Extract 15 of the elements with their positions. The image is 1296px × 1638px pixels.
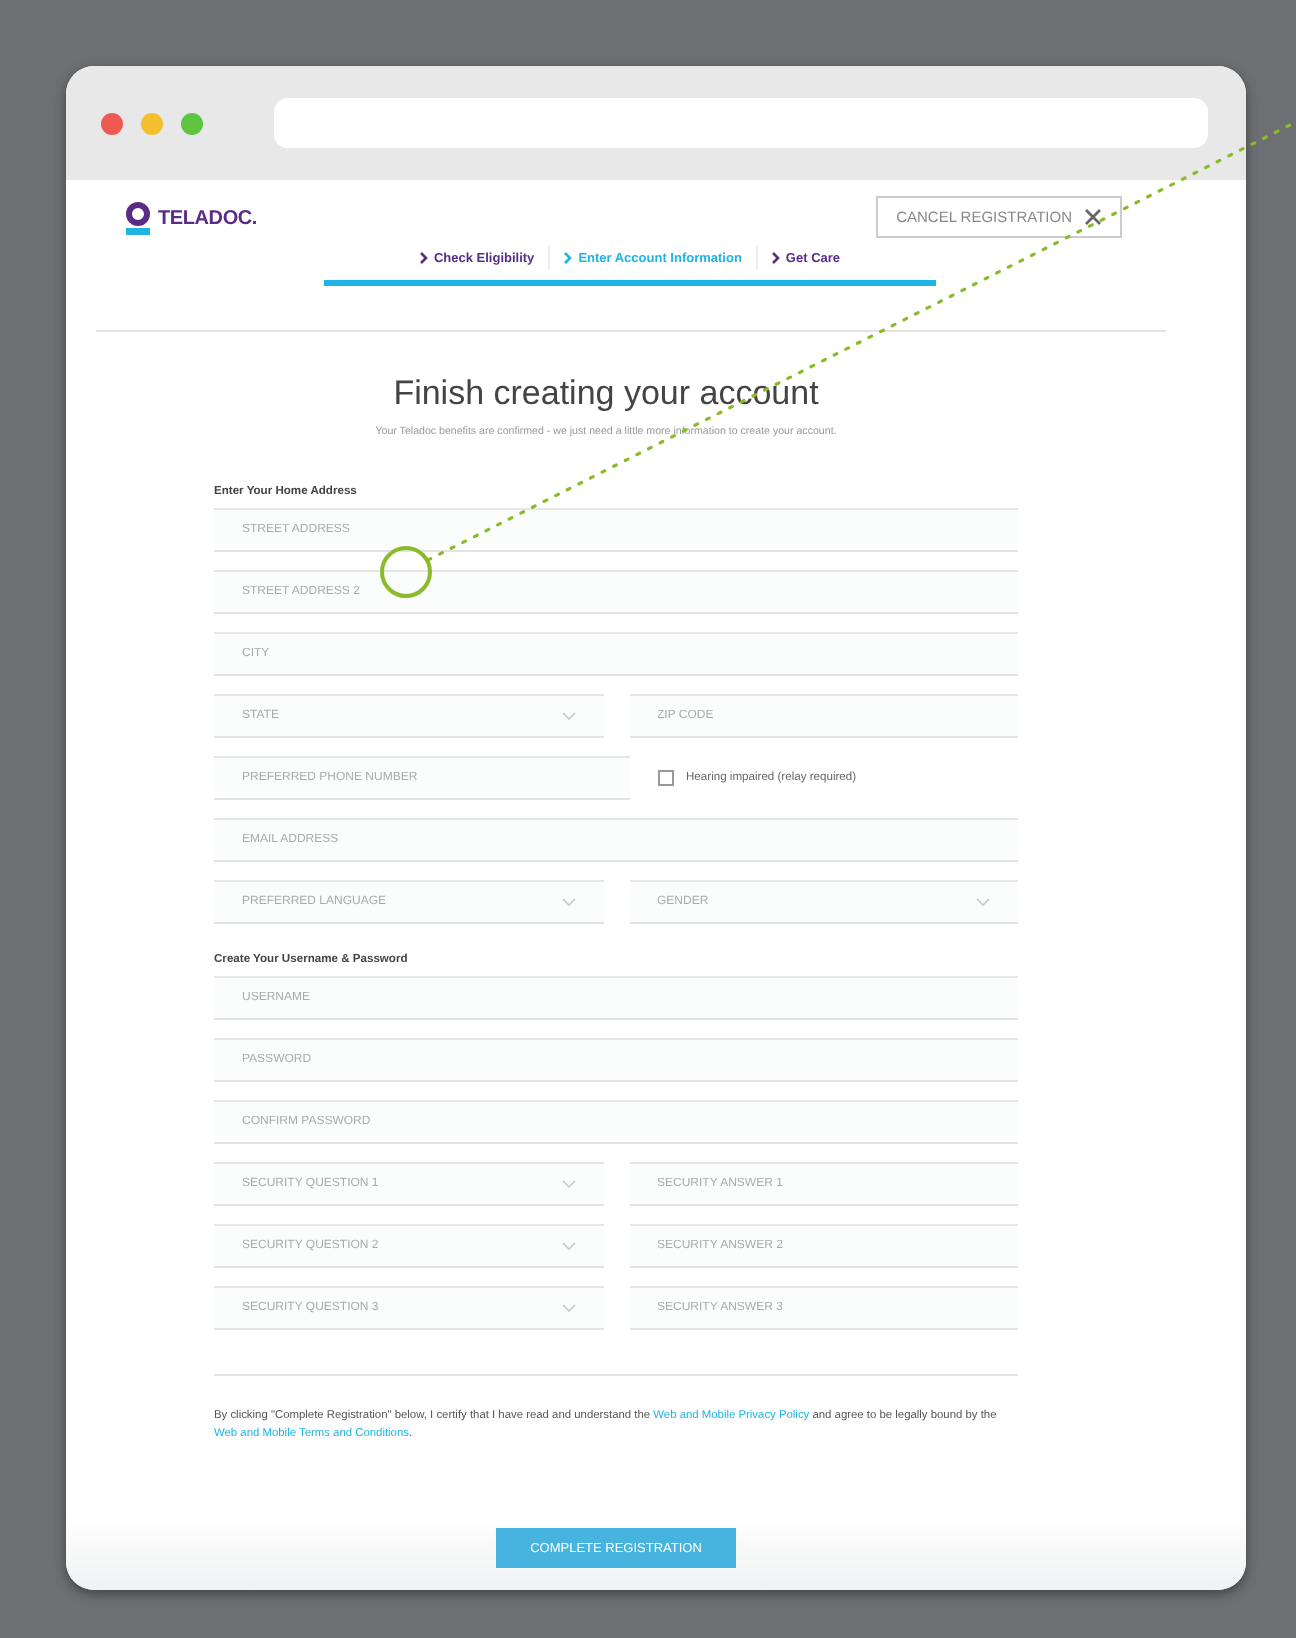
chevron-icon bbox=[771, 252, 780, 264]
close-icon bbox=[1084, 208, 1102, 226]
chevron-down-icon bbox=[561, 1242, 575, 1250]
chevron-icon bbox=[564, 252, 573, 264]
chevron-down-icon bbox=[561, 1180, 575, 1188]
highlight-circle bbox=[380, 546, 432, 598]
logo-text: TELADOC. bbox=[158, 208, 258, 230]
chevron-down-icon bbox=[561, 898, 575, 906]
chevron-down-icon bbox=[561, 712, 575, 720]
chevron-down-icon bbox=[561, 1304, 575, 1312]
logo-icon bbox=[124, 202, 152, 236]
chevron-down-icon bbox=[976, 898, 990, 906]
page-title: Finish creating your account bbox=[391, 374, 821, 414]
checkbox[interactable] bbox=[658, 770, 674, 786]
chevron-icon bbox=[419, 252, 428, 264]
